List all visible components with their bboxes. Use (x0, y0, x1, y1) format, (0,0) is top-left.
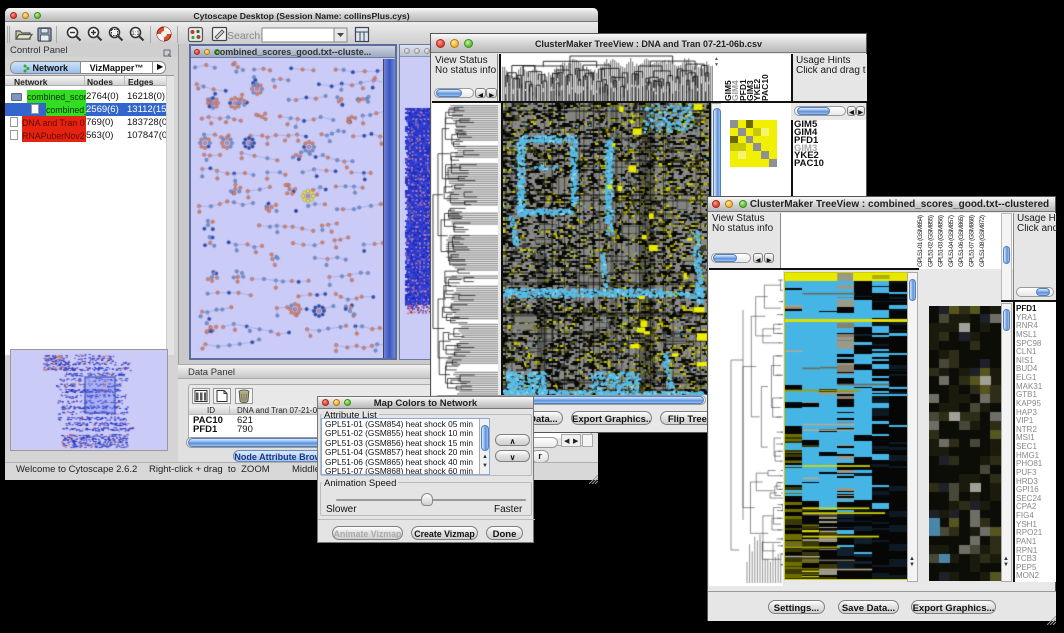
svg-text:Search:: Search: (227, 30, 263, 42)
svg-text:GPL51-04 (GSM857): GPL51-04 (GSM857) (948, 215, 955, 267)
svg-text:GPL51-03 (GSM856): GPL51-03 (GSM856) (938, 215, 945, 267)
svg-text:GPL51-06 (GSM865): GPL51-06 (GSM865) (958, 215, 965, 267)
svg-text:1:1: 1:1 (131, 31, 140, 37)
svg-text:GPL51-07 (GSM868): GPL51-07 (GSM868) (969, 215, 976, 267)
svg-text:GPL51-02 (GSM855): GPL51-02 (GSM855) (927, 215, 934, 267)
svg-text:GPL51-01 (GSM854): GPL51-01 (GSM854) (917, 215, 924, 267)
svg-text:GPL51-08 (GSM872): GPL51-08 (GSM872) (979, 215, 986, 267)
